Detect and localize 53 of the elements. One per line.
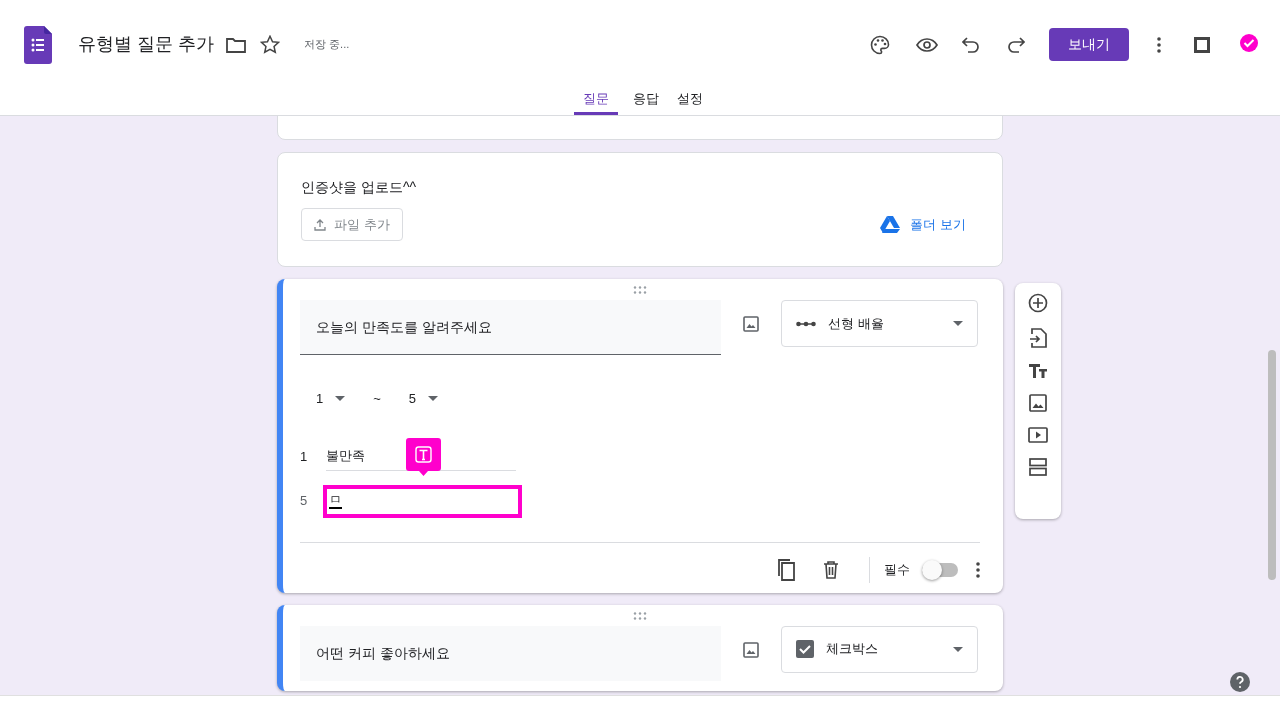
star-icon[interactable] xyxy=(260,35,280,55)
question-title-field[interactable]: 어떤 커피 좋아하세요 xyxy=(300,625,721,681)
add-file-button[interactable]: 파일 추가 xyxy=(301,208,403,241)
question-title-field[interactable]: 오늘의 만족도를 알려주세요 xyxy=(300,300,721,355)
more-icon[interactable] xyxy=(1157,36,1161,53)
folder-link[interactable]: 폴더 보기 xyxy=(880,214,966,235)
section-icon[interactable] xyxy=(1029,458,1047,476)
caret-icon xyxy=(953,321,963,326)
image-icon[interactable] xyxy=(743,316,759,332)
title-text-icon[interactable] xyxy=(1028,363,1048,379)
drive-icon xyxy=(880,216,901,233)
send-button[interactable]: 보내기 xyxy=(1049,28,1129,62)
undo-icon[interactable] xyxy=(962,36,980,53)
required-toggle[interactable] xyxy=(922,562,958,577)
scale-min-dropdown[interactable]: 1 xyxy=(316,389,346,409)
question-type-dropdown[interactable]: 선형 배율 xyxy=(781,300,978,347)
trash-icon[interactable] xyxy=(823,560,839,579)
forms-logo-icon[interactable] xyxy=(24,25,52,64)
import-icon[interactable] xyxy=(1029,328,1047,348)
label-field[interactable]: ㅁ xyxy=(323,484,522,518)
add-circle-icon[interactable] xyxy=(1028,293,1048,313)
image-icon[interactable] xyxy=(743,641,759,658)
label-number: 5 xyxy=(300,492,309,511)
more-icon[interactable] xyxy=(976,561,980,578)
checkbox-icon xyxy=(796,640,814,658)
caret-icon xyxy=(335,396,346,402)
question-type-dropdown[interactable]: 체크박스 xyxy=(781,625,978,673)
label-number: 1 xyxy=(300,447,309,466)
scale-separator: ~ xyxy=(373,390,381,408)
form-title[interactable]: 유형별 질문 추가 xyxy=(78,31,214,59)
drag-handle-icon[interactable] xyxy=(633,611,647,620)
caret-icon xyxy=(428,396,439,402)
folder-icon[interactable] xyxy=(226,36,246,53)
question-title: 인증샷을 업로드^^ xyxy=(301,178,418,197)
caret-icon xyxy=(953,646,963,652)
save-status: 저장 중... xyxy=(304,37,350,53)
image-icon[interactable] xyxy=(1029,394,1047,412)
tab[interactable]: 설정 xyxy=(674,89,706,115)
required-label: 필수 xyxy=(884,560,910,579)
copy-icon[interactable] xyxy=(777,558,797,581)
redo-icon[interactable] xyxy=(1007,36,1025,53)
square-icon[interactable] xyxy=(1194,36,1210,53)
scale-max-dropdown[interactable]: 5 xyxy=(408,389,439,409)
video-icon[interactable] xyxy=(1028,427,1048,443)
linear-scale-icon xyxy=(796,320,816,327)
text-format-icon xyxy=(406,437,441,478)
palette-icon[interactable] xyxy=(870,34,890,55)
eye-icon[interactable] xyxy=(916,37,938,52)
scrollbar-thumb[interactable] xyxy=(1268,350,1276,580)
upload-icon xyxy=(314,218,326,231)
drag-handle-icon[interactable] xyxy=(633,286,647,294)
help-icon[interactable] xyxy=(1230,672,1250,692)
tab[interactable]: 응답 xyxy=(630,89,662,115)
